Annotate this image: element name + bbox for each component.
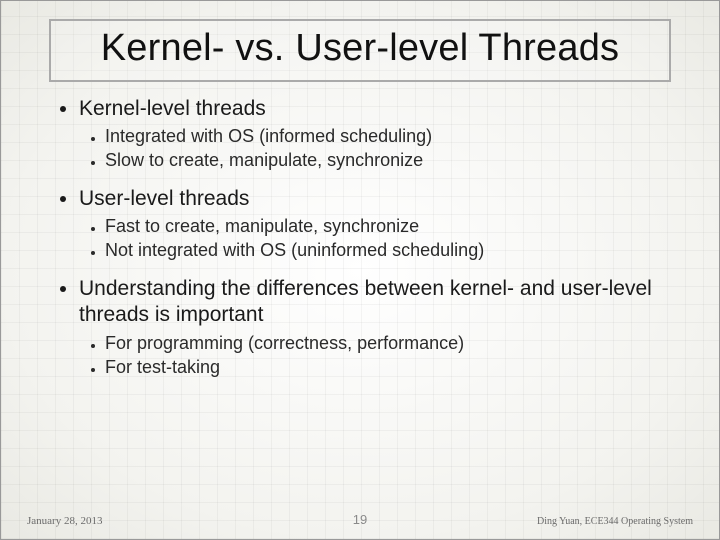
slide-content: Kernel-level threads Integrated with OS … [37,96,683,379]
bullet-heading-text: Understanding the differences between ke… [79,277,652,326]
slide: Kernel- vs. User-level Threads Kernel-le… [0,0,720,540]
bullet-group-3: Understanding the differences between ke… [61,276,679,379]
sub-bullet: Fast to create, manipulate, synchronize [105,215,679,238]
footer-date: January 28, 2013 [27,515,249,527]
title-container: Kernel- vs. User-level Threads [49,19,671,82]
sub-bullet: Integrated with OS (informed scheduling) [105,125,679,148]
sub-bullet: Slow to create, manipulate, synchronize [105,149,679,172]
bullet-group-2: User-level threads Fast to create, manip… [61,186,679,262]
bullet-heading: Understanding the differences between ke… [79,276,679,379]
sub-bullets: Integrated with OS (informed scheduling)… [79,125,679,172]
sub-bullets: For programming (correctness, performanc… [79,332,679,379]
bullet-heading-text: User-level threads [79,187,249,210]
bullet-heading: User-level threads Fast to create, manip… [79,186,679,262]
footer-page: 19 [249,512,471,527]
slide-footer: January 28, 2013 19 Ding Yuan, ECE344 Op… [1,512,719,527]
sub-bullet: For test-taking [105,356,679,379]
bullet-group-1: Kernel-level threads Integrated with OS … [61,96,679,172]
bullet-heading-text: Kernel-level threads [79,97,266,120]
footer-author: Ding Yuan, ECE344 Operating System [471,516,693,527]
slide-title: Kernel- vs. User-level Threads [61,27,659,70]
sub-bullet: Not integrated with OS (uninformed sched… [105,239,679,262]
sub-bullets: Fast to create, manipulate, synchronize … [79,215,679,262]
sub-bullet: For programming (correctness, performanc… [105,332,679,355]
bullet-heading: Kernel-level threads Integrated with OS … [79,96,679,172]
